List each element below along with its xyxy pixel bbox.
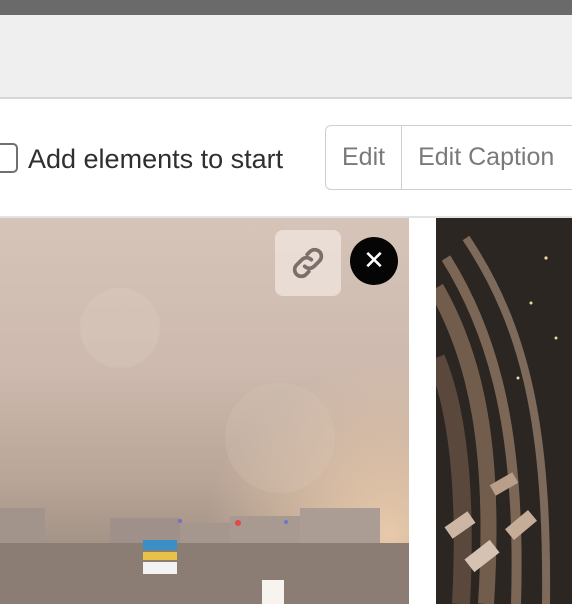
remove-image-button[interactable]: ✕ — [350, 237, 398, 285]
link-icon — [292, 247, 324, 279]
city-fog-photo — [0, 218, 409, 604]
gallery-image-city-fog[interactable] — [0, 218, 409, 604]
architecture-photo — [436, 218, 572, 604]
edit-button[interactable]: Edit — [326, 126, 401, 189]
select-checkbox[interactable] — [0, 143, 18, 173]
link-button[interactable] — [275, 230, 341, 296]
gallery-image-architecture[interactable] — [436, 218, 572, 604]
header-band — [0, 15, 572, 99]
close-icon: ✕ — [363, 246, 385, 276]
edit-caption-button[interactable]: Edit Caption — [401, 126, 570, 189]
window-top-bar — [0, 0, 572, 15]
edit-button-group: Edit Edit Caption — [325, 125, 572, 190]
toolbar-label: Add elements to start — [28, 144, 284, 174]
